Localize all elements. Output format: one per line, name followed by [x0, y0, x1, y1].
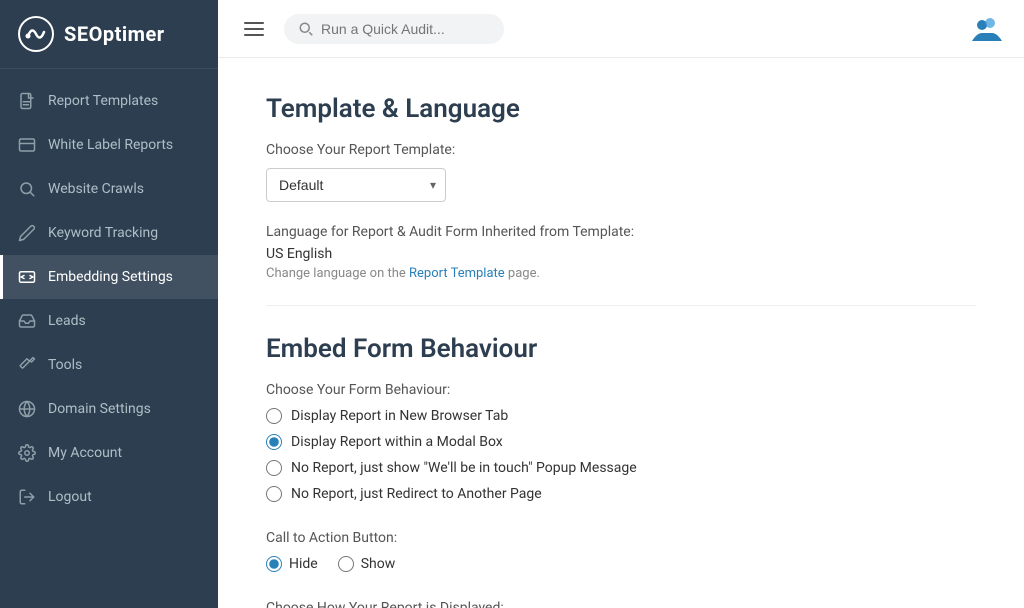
sidebar-item-label: Logout — [48, 489, 92, 505]
behaviour-redirect-radio[interactable] — [266, 486, 282, 502]
globe-icon — [18, 400, 36, 418]
sidebar-item-label: Domain Settings — [48, 401, 151, 417]
behaviour-radio-group: Display Report in New Browser Tab Displa… — [266, 408, 976, 502]
sidebar-item-label: White Label Reports — [48, 137, 173, 153]
template-select-wrap[interactable]: Default Custom 1 Custom 2 ▾ — [266, 168, 446, 202]
search-input[interactable] — [321, 21, 481, 37]
report-display-label: Choose How Your Report is Displayed: — [266, 600, 976, 608]
tag-icon — [18, 136, 36, 154]
sidebar-item-white-label-reports[interactable]: White Label Reports — [0, 123, 218, 167]
gear-icon — [18, 444, 36, 462]
sidebar-item-label: Keyword Tracking — [48, 225, 158, 241]
brand-logo-icon — [18, 16, 54, 52]
brand-name: SEOptimer — [64, 22, 165, 46]
cta-radio-group: Hide Show — [266, 556, 976, 572]
behaviour-redirect[interactable]: No Report, just Redirect to Another Page — [266, 486, 976, 502]
sidebar-item-label: Embedding Settings — [48, 269, 173, 285]
user-icon[interactable] — [968, 11, 1004, 47]
behaviour-modal-label: Display Report within a Modal Box — [291, 434, 503, 450]
sidebar-item-embedding-settings[interactable]: Embedding Settings — [0, 255, 218, 299]
template-select[interactable]: Default Custom 1 Custom 2 — [266, 168, 446, 202]
sidebar-item-label: Website Crawls — [48, 181, 144, 197]
tools-icon — [18, 356, 36, 374]
cta-show-radio[interactable] — [338, 556, 354, 572]
search-bar[interactable] — [284, 14, 504, 44]
sidebar-item-label: My Account — [48, 445, 122, 461]
sidebar-item-report-templates[interactable]: Report Templates — [0, 79, 218, 123]
embed-icon — [18, 268, 36, 286]
language-hint: Change language on the Report Template p… — [266, 266, 976, 281]
behaviour-new-tab-label: Display Report in New Browser Tab — [291, 408, 508, 424]
pen-icon — [18, 224, 36, 242]
sidebar: SEOptimer Report Templates White Label R… — [0, 0, 218, 608]
hamburger-button[interactable] — [238, 16, 270, 42]
cta-hide-radio[interactable] — [266, 556, 282, 572]
sidebar-item-domain-settings[interactable]: Domain Settings — [0, 387, 218, 431]
cta-show[interactable]: Show — [338, 556, 396, 572]
search-icon — [298, 21, 313, 36]
language-section: Language for Report & Audit Form Inherit… — [266, 224, 976, 306]
behaviour-popup-label: No Report, just show "We'll be in touch"… — [291, 460, 637, 476]
template-language-section: Template & Language Choose Your Report T… — [266, 94, 976, 306]
choose-template-label: Choose Your Report Template: — [266, 142, 976, 158]
language-value: US English — [266, 246, 976, 262]
sidebar-item-website-crawls[interactable]: Website Crawls — [0, 167, 218, 211]
behaviour-popup-radio[interactable] — [266, 460, 282, 476]
behaviour-popup[interactable]: No Report, just show "We'll be in touch"… — [266, 460, 976, 476]
language-label: Language for Report & Audit Form Inherit… — [266, 224, 976, 240]
embed-behaviour-section: Embed Form Behaviour Choose Your Form Be… — [266, 334, 976, 502]
main-wrap: Template & Language Choose Your Report T… — [218, 0, 1024, 608]
sidebar-item-my-account[interactable]: My Account — [0, 431, 218, 475]
behaviour-new-tab[interactable]: Display Report in New Browser Tab — [266, 408, 976, 424]
embed-behaviour-title: Embed Form Behaviour — [266, 334, 976, 364]
inbox-icon — [18, 312, 36, 330]
sidebar-item-logout[interactable]: Logout — [0, 475, 218, 519]
template-language-title: Template & Language — [266, 94, 976, 124]
cta-hide-label: Hide — [289, 556, 318, 572]
sidebar-item-label: Report Templates — [48, 93, 158, 109]
topbar-right — [968, 11, 1004, 47]
cta-button-section: Call to Action Button: Hide Show — [266, 530, 976, 572]
main-content: Template & Language Choose Your Report T… — [218, 58, 1024, 608]
behaviour-new-tab-radio[interactable] — [266, 408, 282, 424]
sidebar-item-leads[interactable]: Leads — [0, 299, 218, 343]
behaviour-redirect-label: No Report, just Redirect to Another Page — [291, 486, 542, 502]
cta-hide[interactable]: Hide — [266, 556, 318, 572]
behaviour-modal-radio[interactable] — [266, 434, 282, 450]
search-circle-icon — [18, 180, 36, 198]
sidebar-nav: Report Templates White Label Reports Web… — [0, 69, 218, 608]
cta-show-label: Show — [361, 556, 396, 572]
sidebar-item-label: Leads — [48, 313, 86, 329]
logout-icon — [18, 488, 36, 506]
sidebar-item-tools[interactable]: Tools — [0, 343, 218, 387]
report-template-link[interactable]: Report Template — [409, 266, 505, 281]
logo-area: SEOptimer — [0, 0, 218, 69]
behaviour-modal-box[interactable]: Display Report within a Modal Box — [266, 434, 976, 450]
choose-behaviour-label: Choose Your Form Behaviour: — [266, 382, 976, 398]
topbar-left — [238, 14, 504, 44]
sidebar-item-label: Tools — [48, 357, 82, 373]
document-icon — [18, 92, 36, 110]
report-display-section: Choose How Your Report is Displayed: PDF… — [266, 600, 976, 608]
topbar — [218, 0, 1024, 58]
sidebar-item-keyword-tracking[interactable]: Keyword Tracking — [0, 211, 218, 255]
cta-button-label: Call to Action Button: — [266, 530, 976, 546]
